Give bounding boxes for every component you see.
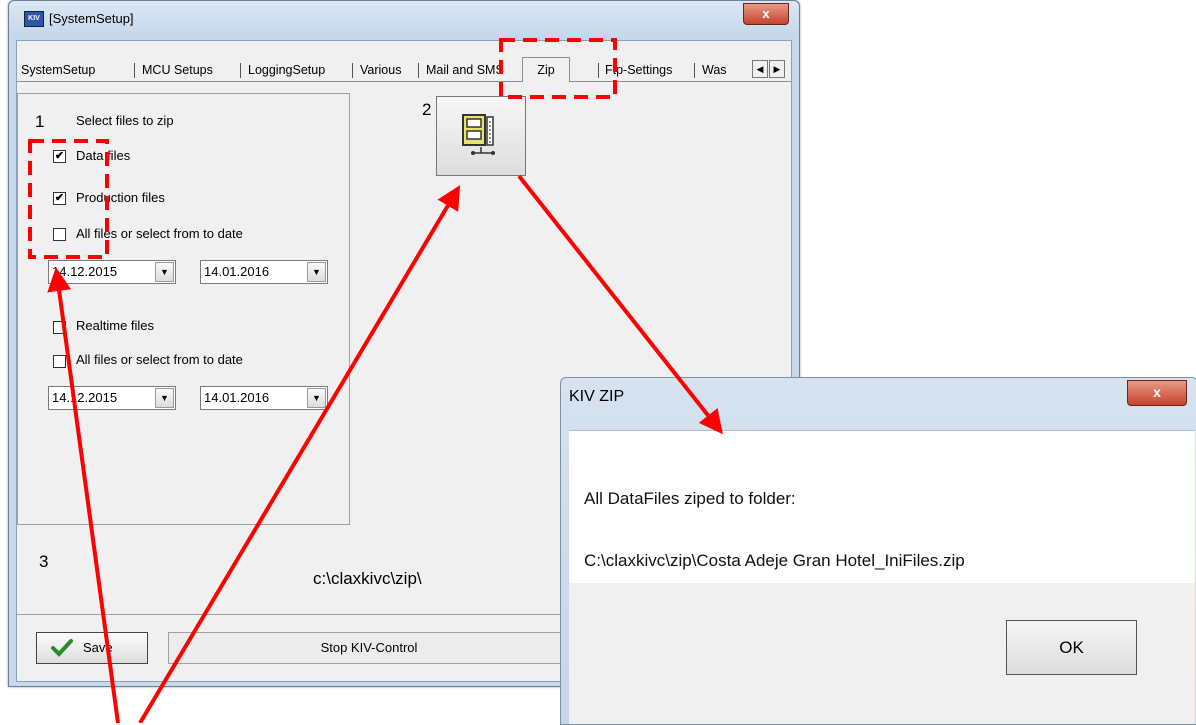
all-files-checkbox-2[interactable] [53,355,66,368]
select-files-group [17,93,350,525]
tab-separator [598,63,599,78]
close-button[interactable]: x [743,3,789,25]
date-from-select-1[interactable]: 14.12.2015 ▼ [48,260,176,284]
all-files-label-2: All files or select from to date [76,352,243,367]
dialog-message-line1: All DataFiles ziped to folder: [584,489,796,508]
tab-systemsetup[interactable]: SystemSetup [19,61,97,80]
realtime-files-checkbox[interactable] [53,321,66,334]
chevron-down-icon[interactable]: ▼ [155,262,174,282]
section-title: Select files to zip [76,113,174,128]
date-from-select-2[interactable]: 14.12.2015 ▼ [48,386,176,410]
date-to-select-1[interactable]: 14.01.2016 ▼ [200,260,328,284]
tab-separator [240,63,241,78]
tab-strip: SystemSetup MCU Setups LoggingSetup Vari… [17,57,791,82]
tab-mcu-setups[interactable]: MCU Setups [140,61,215,80]
dialog-footer: OK [569,583,1195,724]
all-files-label-1: All files or select from to date [76,226,243,241]
date-to-value-1: 14.01.2016 [204,264,270,279]
dialog-title: KIV ZIP [569,388,625,405]
date-to-value-2: 14.01.2016 [204,390,270,405]
chevron-down-icon[interactable]: ▼ [307,262,326,282]
tab-separator [418,63,419,78]
tab-separator [134,63,135,78]
dialog-message-line2: C:\claxkivc\zip\Costa Adeje Gran Hotel_I… [584,551,965,570]
tab-mail-and-sms[interactable]: Mail and SMS [424,61,506,80]
tab-ftp-settings[interactable]: Ftp-Settings [603,61,674,80]
realtime-files-label: Realtime files [76,318,155,333]
stop-kiv-control-button[interactable]: Stop KIV-Control [168,632,570,664]
chevron-down-icon[interactable]: ▼ [155,388,174,408]
date-from-value-1: 14.12.2015 [52,264,118,279]
zip-folder-path: c:\claxkivc\zip\ [313,569,422,588]
checkmark-icon [51,639,73,657]
ok-button[interactable]: OK [1006,620,1137,675]
window-title: [SystemSetup] [49,11,134,26]
production-files-label: Production files [76,190,165,205]
date-to-select-2[interactable]: 14.01.2016 ▼ [200,386,328,410]
tab-zip[interactable]: Zip [522,57,570,82]
section-number-3: 3 [39,552,49,571]
tab-loggingsetup[interactable]: LoggingSetup [246,61,327,80]
app-icon: KIV [24,11,44,27]
date-from-value-2: 14.12.2015 [52,390,118,405]
kiv-zip-dialog: KIV ZIP x All DataFiles ziped to folder:… [560,377,1196,725]
tab-separator [352,63,353,78]
chevron-down-icon[interactable]: ▼ [307,388,326,408]
data-files-checkbox[interactable]: ✔ [53,150,66,163]
tab-separator [694,63,695,78]
tab-was[interactable]: Was [700,61,729,80]
production-files-checkbox[interactable]: ✔ [53,192,66,205]
dialog-close-button[interactable]: x [1127,380,1187,406]
dialog-body: All DataFiles ziped to folder: C:\claxki… [569,430,1195,584]
tab-scroll-left-icon[interactable]: ◀ [752,60,768,78]
save-button[interactable]: Save [36,632,148,664]
all-files-checkbox-1[interactable] [53,228,66,241]
save-label: Save [83,640,113,655]
data-files-label: Data files [76,148,131,163]
section-number-2: 2 [422,100,432,119]
tab-scroll-right-icon[interactable]: ▶ [769,60,785,78]
section-number-1: 1 [35,112,45,131]
zip-archive-icon [462,114,495,155]
title-bar: KIV [SystemSetup] x [9,1,799,39]
tab-various[interactable]: Various [358,61,403,80]
zip-button[interactable] [436,96,526,176]
